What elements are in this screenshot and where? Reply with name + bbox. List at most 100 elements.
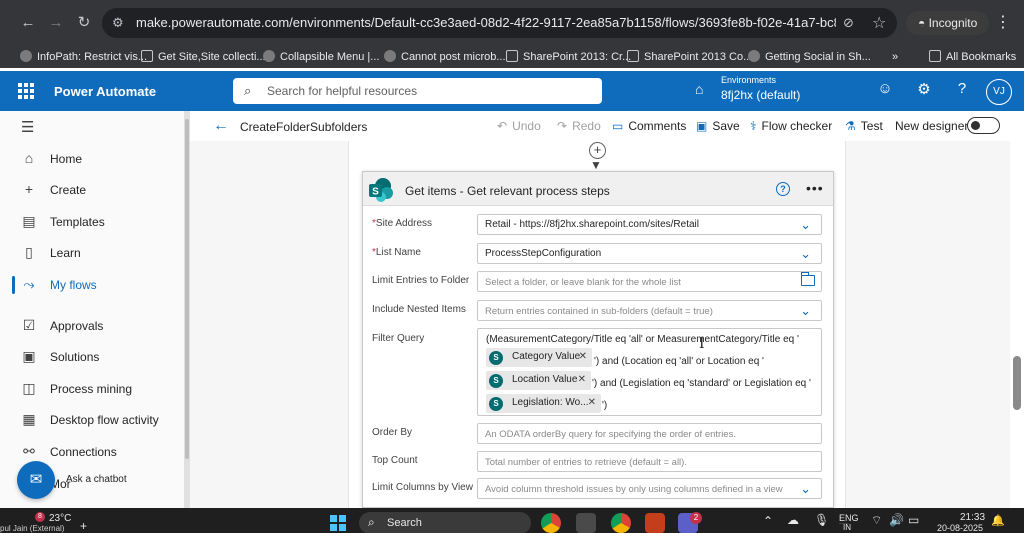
save-button[interactable]: ▣ Save [696,119,740,133]
wifi-icon[interactable]: ⌔ [871,513,882,528]
redo-button[interactable]: ↷ Redo [557,119,601,133]
remove-token-icon[interactable]: ✕ [578,374,586,385]
eye-off-icon[interactable]: ⊘ [843,15,854,31]
bookmark-item[interactable]: Getting Social in Sh... [748,49,871,65]
settings-gear-icon[interactable]: ⚙ [914,80,934,98]
chatbot-button[interactable]: ✉ [17,461,55,499]
windows-start-icon[interactable] [330,515,346,531]
nested-items-dropdown[interactable]: Return entries contained in sub-folders … [477,300,822,321]
nav-item-my-flows[interactable]: ⤳ My flows [0,273,184,297]
clock-date[interactable]: 20-08-2025 [937,523,983,533]
stethoscope-icon: ⚕ [750,119,757,133]
scroll-thumb[interactable] [1013,356,1021,410]
limit-folder-input[interactable]: Select a folder, or leave blank for the … [477,271,822,292]
bookmark-item[interactable]: Cannot post microb... [384,49,506,65]
remove-token-icon[interactable]: ✕ [588,397,596,408]
clock-time[interactable]: 21:33 [960,512,985,523]
notification-bell-icon[interactable]: 🔔 [991,514,1005,527]
browser-menu-icon[interactable]: ⋮ [995,12,1011,32]
incognito-icon: ◓ [918,16,929,30]
all-bookmarks[interactable]: All Bookmarks [929,49,1016,65]
canvas-scrollbar[interactable] [1010,141,1024,508]
forward-arrow-icon[interactable]: → [46,13,66,33]
dynamic-token-category-value[interactable]: S Category Value ✕ [486,348,592,367]
url-text: make.powerautomate.com/environments/Defa… [136,15,836,30]
nav-item-desktop-flow-activity[interactable]: ▦ Desktop flow activity [0,408,184,432]
help-question-icon[interactable]: ? [952,80,972,97]
snipping-tool-icon[interactable] [576,513,596,533]
bookmark-item[interactable]: SharePoint 2013: Cr... [506,49,631,65]
site-address-dropdown[interactable]: Retail - https://8fj2hx.sharepoint.com/s… [477,214,822,235]
chevron-up-icon[interactable]: ⌃ [763,514,773,528]
nav-item-process-mining[interactable]: ◫ Process mining [0,377,184,401]
dynamic-token-location-value[interactable]: S Location Value ✕ [486,371,591,390]
app-launcher-icon[interactable] [18,83,34,99]
volume-icon[interactable]: 🔊 [889,513,904,527]
test-button[interactable]: ⚗ Test [845,119,883,133]
order-by-input[interactable]: An ODATA orderBy query for specifying th… [477,423,822,444]
list-name-dropdown[interactable]: ProcessStepConfiguration ⌄ [477,243,822,264]
environment-icon[interactable]: ⌂ [695,81,703,97]
limit-columns-label: Limit Columns by View [372,482,473,493]
back-arrow-icon[interactable]: ← [18,13,38,33]
scroll-thumb[interactable] [185,119,189,459]
chat-bubble-icon: ✉ [29,471,43,488]
back-arrow-icon[interactable]: ← [213,117,229,135]
environment-picker[interactable]: 8fj2hx (default) [721,88,800,102]
bookmark-item[interactable]: Collapsible Menu |... [263,49,379,65]
incognito-badge[interactable]: ◓ Incognito [906,11,990,35]
bookmark-item[interactable]: InfoPath: Restrict vis... [20,49,147,65]
flow-checker-button[interactable]: ⚕ Flow checker [750,119,832,133]
limit-columns-dropdown[interactable]: Avoid column threshold issues by only us… [477,478,822,499]
nav-item-create[interactable]: + Create [0,178,184,202]
microphone-icon[interactable]: 🎙 [814,513,829,527]
powerpoint-app-icon[interactable] [645,513,665,533]
battery-icon[interactable]: ▭ [908,513,919,527]
nav-item-connections[interactable]: ⚯ Connections [0,440,184,464]
nav-item-learn[interactable]: ▯ Learn [0,241,184,265]
weather-temperature[interactable]: 23°C [49,513,71,524]
insert-step-plus-icon[interactable]: + [589,142,606,159]
nav-item-solutions[interactable]: ▣ Solutions [0,345,184,369]
taskbar-user: pul Jain (External) [0,524,65,533]
nav-item-templates[interactable]: ▤ Templates [0,210,184,234]
globe-icon [384,50,396,62]
site-info-icon[interactable]: ⚙ [112,15,128,31]
nav-item-home[interactable]: ⌂ Home [0,147,184,171]
chrome-incognito-app-icon[interactable] [611,513,631,533]
sharepoint-icon: S [489,351,503,365]
folder-icon[interactable] [801,272,815,286]
language-text[interactable]: ENG [839,513,861,523]
app-name: Power Automate [54,84,157,99]
user-avatar[interactable]: VJ [986,79,1012,105]
new-designer-toggle[interactable] [967,117,1000,134]
top-count-input[interactable]: Total number of entries to retrieve (def… [477,451,822,472]
action-card-header[interactable]: S Get items - Get relevant process steps… [363,172,833,206]
chevron-down-icon: ⌄ [800,481,811,496]
chatbot-tooltip: Ask a chatbot [66,474,127,485]
search-input[interactable]: ⌕ Search for helpful resources [233,78,602,104]
bookmark-item[interactable]: SharePoint 2013 Co... [627,49,752,65]
cloud-icon[interactable]: ☁ [787,513,799,527]
more-options-icon[interactable]: ••• [806,180,824,196]
chrome-app-icon[interactable] [541,513,561,533]
bookmarks-overflow[interactable]: » [892,49,898,65]
solutions-icon: ▣ [22,348,36,364]
weather-badge: 8 [35,512,45,522]
nav-item-approvals[interactable]: ☑ Approvals [0,314,184,338]
limit-folder-label: Limit Entries to Folder [372,275,470,286]
address-bar[interactable]: ⚙ make.powerautomate.com/environments/De… [102,8,897,38]
comments-button[interactable]: ▭ Comments [612,119,686,133]
help-icon[interactable]: ? [776,182,790,196]
new-desktop-plus-icon[interactable]: + [80,519,87,533]
bookmark-star-icon[interactable]: ☆ [872,13,886,33]
taskbar-search[interactable]: ⌕ Search [359,512,531,533]
reload-icon[interactable]: ↻ [74,13,94,33]
remove-token-icon[interactable]: ✕ [579,351,587,362]
undo-button[interactable]: ↶ Undo [497,119,541,133]
hamburger-icon[interactable]: ☰ [21,118,34,136]
dynamic-token-legislation[interactable]: S Legislation: Wo... ✕ [486,394,601,413]
bookmark-item[interactable]: Get Site,Site collecti... [141,49,266,65]
site-address-label: *Site Address [372,218,433,229]
feedback-smile-icon[interactable]: ☺ [875,80,895,97]
